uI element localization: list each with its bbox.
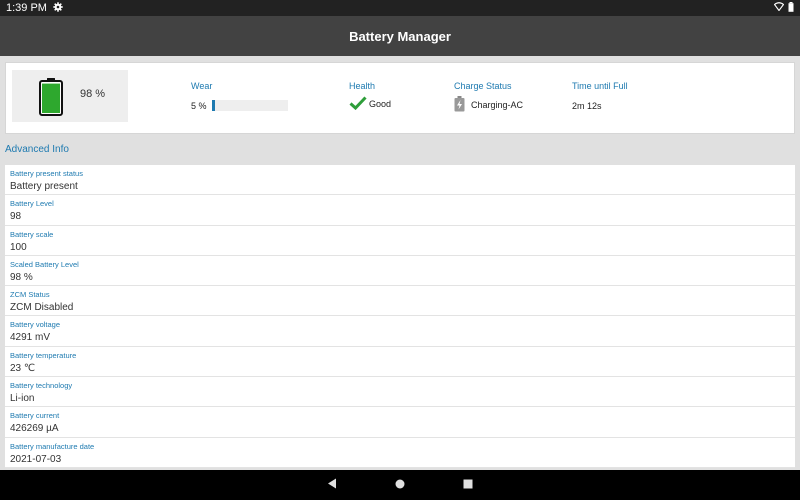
list-item-value: 100 <box>10 241 27 253</box>
status-bar: 1:39 PM <box>0 0 800 16</box>
list-item[interactable]: Scaled Battery Level 98 % <box>5 255 795 287</box>
back-icon[interactable] <box>327 476 337 494</box>
list-item-label: Battery technology <box>10 381 73 391</box>
list-item-label: Battery scale <box>10 229 54 239</box>
time-until-full-title: Time until Full <box>572 81 628 91</box>
list-item-label: ZCM Status <box>10 290 50 300</box>
list-item[interactable]: Battery current 426269 µA <box>5 407 795 438</box>
list-item-label: Battery Level <box>10 199 54 209</box>
list-item-label: Battery current <box>10 411 60 421</box>
recents-icon[interactable] <box>463 476 473 494</box>
advanced-info-title: Advanced Info <box>5 144 69 155</box>
list-item[interactable]: Battery Level 98 <box>5 195 795 226</box>
list-item[interactable]: ZCM Status ZCM Disabled <box>5 286 795 317</box>
list-item-value: Battery present <box>10 181 78 192</box>
list-item[interactable]: Battery scale 100 <box>5 225 795 256</box>
check-icon <box>349 96 367 112</box>
battery-level-tile: 98 % <box>12 70 128 122</box>
list-item[interactable]: Battery present status Battery present <box>5 165 795 196</box>
wear-value: 5 % <box>191 100 207 111</box>
list-item[interactable]: Battery voltage 4291 mV <box>5 316 795 347</box>
charge-status-value: Charging-AC <box>471 100 524 110</box>
home-icon[interactable] <box>395 476 405 494</box>
health-title: Health <box>349 81 376 91</box>
wear-progress-fill <box>211 100 216 111</box>
list-item-value: 426269 µA <box>10 423 59 435</box>
navigation-bar <box>0 470 800 500</box>
status-time: 1:39 PM <box>6 2 47 14</box>
charging-plug-icon <box>454 96 465 114</box>
settings-gear-icon <box>53 1 63 15</box>
list-item-value: 98 <box>10 211 22 223</box>
list-item-value: Li-ion <box>10 393 35 405</box>
wear-progress-bar <box>211 100 288 111</box>
list-item-value: 23 ℃ <box>10 362 36 374</box>
health-section: Health Good <box>349 81 391 112</box>
list-item-value: 98 % <box>10 271 33 283</box>
battery-status-icon <box>788 1 794 15</box>
list-item[interactable]: Battery technology Li-ion <box>5 377 795 408</box>
health-value: Good <box>369 99 392 109</box>
list-item-label: Scaled Battery Level <box>10 259 79 269</box>
list-item[interactable]: Battery temperature 23 ℃ <box>5 346 795 378</box>
wear-title: Wear <box>191 81 213 91</box>
time-until-full-section: Time until Full 2m 12s <box>572 81 628 111</box>
list-item-value: 4291 mV <box>10 332 51 344</box>
list-item-label: Battery voltage <box>10 320 61 330</box>
list-item[interactable]: Battery manufacture date 2021-07-03 <box>5 437 795 468</box>
wifi-icon <box>773 2 785 14</box>
charge-status-section: Charge Status Charging-AC <box>454 81 523 114</box>
list-item-label: Battery manufacture date <box>10 441 95 451</box>
time-until-full-value: 2m 12s <box>572 101 602 111</box>
list-item-label: Battery present status <box>10 169 83 178</box>
battery-icon <box>39 78 63 116</box>
battery-summary-card: 98 % Wear 5 % Health Good Charge Status … <box>5 62 795 134</box>
battery-percent: 98 % <box>80 88 106 100</box>
wear-section: Wear 5 % <box>191 81 288 111</box>
app-bar: Battery Manager <box>0 16 800 56</box>
charge-status-title: Charge Status <box>454 81 512 91</box>
list-item-value: ZCM Disabled <box>10 302 74 314</box>
list-item-label: Battery temperature <box>10 350 77 360</box>
list-item-value: 2021-07-03 <box>10 453 62 465</box>
advanced-info-list[interactable]: Battery present status Battery present Ba… <box>5 165 795 468</box>
app-title: Battery Manager <box>349 28 451 44</box>
